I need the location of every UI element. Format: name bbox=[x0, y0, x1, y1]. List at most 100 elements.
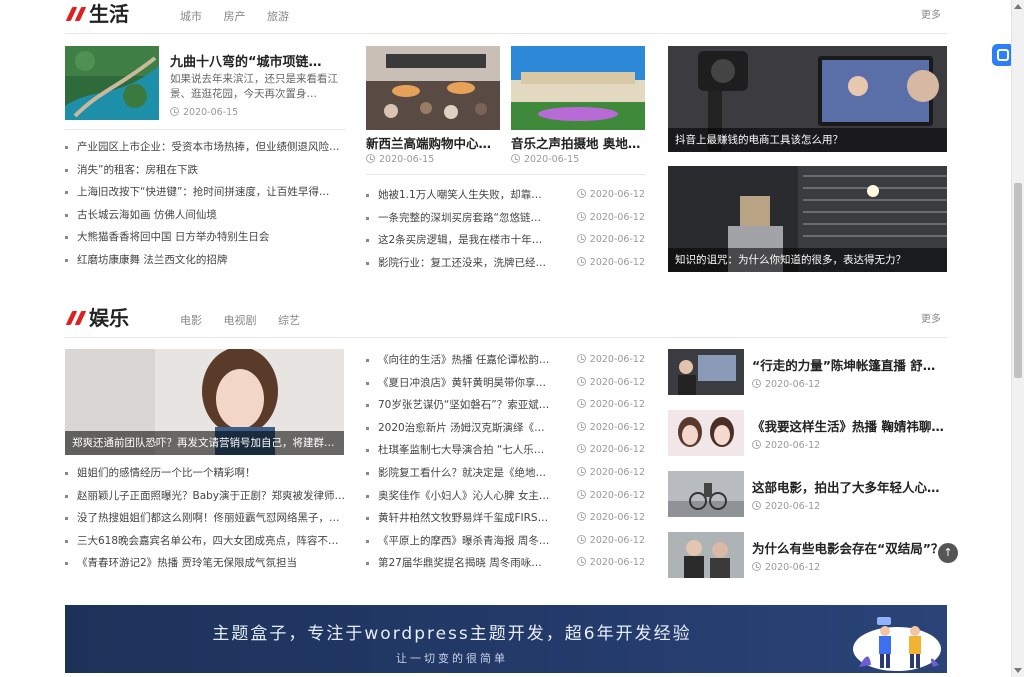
list-item[interactable]: 一条完整的深圳买房套路“忽悠链… 2020-06-12 bbox=[366, 207, 645, 230]
life-section-title: 生活 bbox=[89, 2, 129, 26]
back-to-top-button[interactable]: ↑ bbox=[938, 543, 958, 563]
list-item[interactable]: 《向往的生活》热播 任嘉伦谭松韵… 2020-06-12 bbox=[366, 349, 645, 372]
banner-subtitle: 让一切变的很简单 bbox=[396, 652, 508, 665]
mid-card-title-austria[interactable]: 音乐之声拍摄地 奥地… bbox=[511, 133, 645, 152]
clock-icon bbox=[752, 501, 761, 510]
list-item[interactable]: 黄轩井柏然文牧野易烊千玺成FIRST… 2020-06-12 bbox=[366, 507, 645, 530]
clock-icon bbox=[576, 444, 586, 454]
ent-dated-list: 《向往的生活》热播 任嘉伦谭松韵… 2020-06-12 《夏日冲浪店》黄轩黄明昊… bbox=[366, 349, 645, 575]
item-title[interactable]: 《我要这样生活》热播 鞠婧祎聊S… bbox=[752, 416, 947, 435]
clock-icon bbox=[576, 557, 586, 567]
item-date: 2020-06-12 bbox=[752, 501, 820, 512]
clock-icon bbox=[576, 211, 586, 221]
list-item[interactable]: 《我要这样生活》热播 鞠婧祎聊S… 2020-06-12 bbox=[668, 410, 947, 456]
thumbnail-image[interactable] bbox=[668, 410, 744, 456]
life-featured-image[interactable] bbox=[65, 46, 159, 120]
life-featured-desc: 如果说去年来滨江，还只是来看看江景、逛逛花园，今天再次置身… bbox=[170, 73, 338, 100]
item-title[interactable]: “行走的力量”陈坤帐篷直播 舒… bbox=[752, 355, 947, 374]
mid-card-date-mall: 2020-06-15 bbox=[366, 154, 434, 165]
list-item[interactable]: 消失”的租客：房租在下跌 bbox=[65, 159, 345, 182]
clock-icon bbox=[576, 234, 586, 244]
clock-icon bbox=[576, 466, 586, 476]
mid-card-title-mall[interactable]: 新西兰高端购物中心开… bbox=[366, 133, 500, 152]
list-item[interactable]: 杜琪峯监制七大导演合拍 “七人乐队… 2020-06-12 bbox=[366, 439, 645, 462]
list-item[interactable]: 这部电影，拍出了大多年轻人心中… 2020-06-12 bbox=[668, 471, 947, 517]
page-scrollbar[interactable] bbox=[1011, 0, 1024, 677]
mid-card-date-austria: 2020-06-15 bbox=[511, 154, 579, 165]
list-item[interactable]: 《夏日冲浪店》黄轩黄明昊带你享… 2020-06-12 bbox=[366, 372, 645, 395]
list-item[interactable]: 没了热搜姐姐们都这么刚啊！佟丽娅霸气怼网络黑子，… bbox=[65, 507, 345, 530]
list-item[interactable]: 三大618晚会嘉宾名单公布，四大女团成亮点，阵容不… bbox=[65, 530, 345, 553]
banner-title: 主题盒子，专注于wordpress主题开发，超6年开发经验 bbox=[212, 624, 692, 644]
list-item[interactable]: 奥奖佳作《小妇人》沁人心脾 女主… 2020-06-12 bbox=[366, 485, 645, 508]
entertainment-section: 娱乐 电影 电视剧 综艺 更多 郑爽还通前团队恐吓？再发文请营销号加自己，将建群… bbox=[65, 303, 947, 583]
ent-more-link[interactable]: 更多 bbox=[921, 310, 941, 325]
list-item[interactable]: 产业园区上市企业：受资本市场热捧，但业绩侧退风险… bbox=[65, 136, 345, 159]
clock-icon bbox=[576, 354, 586, 363]
life-section: 生活 城市 房产 旅游 更多 九曲十八弯的“城市项链… 如果说去年来滨江，还只是… bbox=[65, 0, 947, 280]
life-section-tabs: 城市 房产 旅游 bbox=[180, 8, 307, 24]
list-item[interactable]: “行走的力量”陈坤帐篷直播 舒… 2020-06-12 bbox=[668, 349, 947, 395]
clock-icon bbox=[576, 256, 586, 266]
tab-travel[interactable]: 旅游 bbox=[267, 10, 289, 23]
clock-icon bbox=[576, 399, 586, 409]
right-card-knowledge-caption: 知识的诅咒：为什么你知道的很多，表达得无力？ bbox=[668, 248, 947, 272]
list-item[interactable]: 影院行业：复工还没来，洗牌已经… 2020-06-12 bbox=[366, 252, 645, 275]
tab-property[interactable]: 房产 bbox=[224, 10, 246, 23]
scroll-down-arrow-icon[interactable] bbox=[1014, 668, 1022, 673]
ent-section-tabs: 电影 电视剧 综艺 bbox=[180, 312, 318, 328]
list-item[interactable]: 70岁张艺谋仍“坚如磐石”？索亚斌… 2020-06-12 bbox=[366, 394, 645, 417]
ent-section-title: 娱乐 bbox=[89, 306, 129, 330]
ent-news-list: 姐姐们的感情经历一个比一个精彩啊！ 赵丽颖儿子正面照曝光？Baby演于正剧？郑爽… bbox=[65, 462, 345, 575]
clock-icon bbox=[576, 489, 586, 499]
list-item[interactable]: 影院复工看什么？就决定是《绝地… 2020-06-12 bbox=[366, 462, 645, 485]
life-featured-date: 2020-06-15 bbox=[170, 107, 238, 118]
list-item[interactable]: 2020治愈新片 汤姆汉克斯演绎《邻… 2020-06-12 bbox=[366, 417, 645, 440]
scroll-up-arrow-icon[interactable] bbox=[1014, 4, 1022, 9]
right-card-douyin-caption: 抖音上最赚钱的电商工具该怎么用？ bbox=[668, 128, 947, 152]
section-logo-icon bbox=[65, 5, 87, 21]
life-more-link[interactable]: 更多 bbox=[921, 6, 941, 21]
mid-card-image-mall[interactable] bbox=[366, 46, 500, 130]
tab-tv[interactable]: 电视剧 bbox=[224, 314, 257, 327]
thumbnail-image[interactable] bbox=[668, 471, 744, 517]
clock-icon bbox=[576, 421, 586, 431]
list-item[interactable]: 《平原上的摩西》曝杀青海报 周冬… 2020-06-12 bbox=[366, 530, 645, 553]
ent-featured-image[interactable]: 郑爽还通前团队恐吓？再发文请营销号加自己，将建群… bbox=[65, 349, 344, 455]
list-item[interactable]: 第27届华鼎奖提名揭晓 周冬雨咏梅… 2020-06-12 bbox=[366, 552, 645, 575]
right-card-knowledge[interactable]: 知识的诅咒：为什么你知道的很多，表达得无力？ bbox=[668, 166, 947, 272]
list-item[interactable]: 为什么有些电影会存在“双结局”？ 2020-06-12 bbox=[668, 532, 947, 578]
tab-city[interactable]: 城市 bbox=[180, 10, 202, 23]
promo-banner[interactable]: 主题盒子，专注于wordpress主题开发，超6年开发经验 让一切变的很简单 bbox=[65, 605, 947, 673]
list-item[interactable]: 《青春环游记2》热播 贾玲笔无保限成气氛担当 bbox=[65, 552, 345, 575]
item-date: 2020-06-12 bbox=[752, 440, 820, 451]
thumbnail-image[interactable] bbox=[668, 532, 744, 578]
tab-variety[interactable]: 综艺 bbox=[278, 314, 300, 327]
item-date: 2020-06-12 bbox=[752, 379, 820, 390]
thumbnail-image[interactable] bbox=[668, 349, 744, 395]
clock-icon bbox=[752, 440, 761, 449]
clock-icon bbox=[511, 154, 520, 163]
banner-illustration-icon bbox=[853, 617, 941, 671]
clock-icon bbox=[752, 379, 761, 388]
list-item[interactable]: 大熊猫香香将回中国 日方举办特别生日会 bbox=[65, 226, 345, 249]
section-logo-icon bbox=[65, 309, 87, 325]
item-date: 2020-06-12 bbox=[752, 562, 820, 573]
item-title[interactable]: 为什么有些电影会存在“双结局”？ bbox=[752, 538, 947, 557]
scrollbar-thumb[interactable] bbox=[1014, 183, 1022, 378]
right-card-douyin[interactable]: 抖音上最赚钱的电商工具该怎么用？ bbox=[668, 46, 947, 152]
life-dated-list: 她被1.1万人嘲笑人生失败，却靠副… 2020-06-12 一条完整的深圳买房套路… bbox=[366, 184, 645, 274]
item-title[interactable]: 这部电影，拍出了大多年轻人心中… bbox=[752, 477, 947, 496]
list-item[interactable]: 姐姐们的感情经历一个比一个精彩啊！ bbox=[65, 462, 345, 485]
list-item[interactable]: 红磨坊康康舞 法兰西文化的招牌 bbox=[65, 249, 345, 272]
list-item[interactable]: 赵丽颖儿子正面照曝光？Baby演于正剧？郑爽被发律师… bbox=[65, 485, 345, 508]
list-item[interactable]: 古长城云海如画 仿佛人间仙境 bbox=[65, 204, 345, 227]
clock-icon bbox=[576, 512, 586, 522]
mid-card-image-austria[interactable] bbox=[511, 46, 645, 130]
list-item[interactable]: 这2条买房逻辑，是我在楼市十年跑… 2020-06-12 bbox=[366, 229, 645, 252]
list-item[interactable]: 她被1.1万人嘲笑人生失败，却靠副… 2020-06-12 bbox=[366, 184, 645, 207]
list-item[interactable]: 上海旧改按下“快进键”：抢时间拼速度，让百姓早得… bbox=[65, 181, 345, 204]
tab-movies[interactable]: 电影 bbox=[180, 314, 202, 327]
life-featured-title[interactable]: 九曲十八弯的“城市项链… bbox=[170, 51, 340, 70]
ent-right-list: “行走的力量”陈坤帐篷直播 舒… 2020-06-12 《我要这样生活》热播 鞠… bbox=[668, 349, 947, 579]
